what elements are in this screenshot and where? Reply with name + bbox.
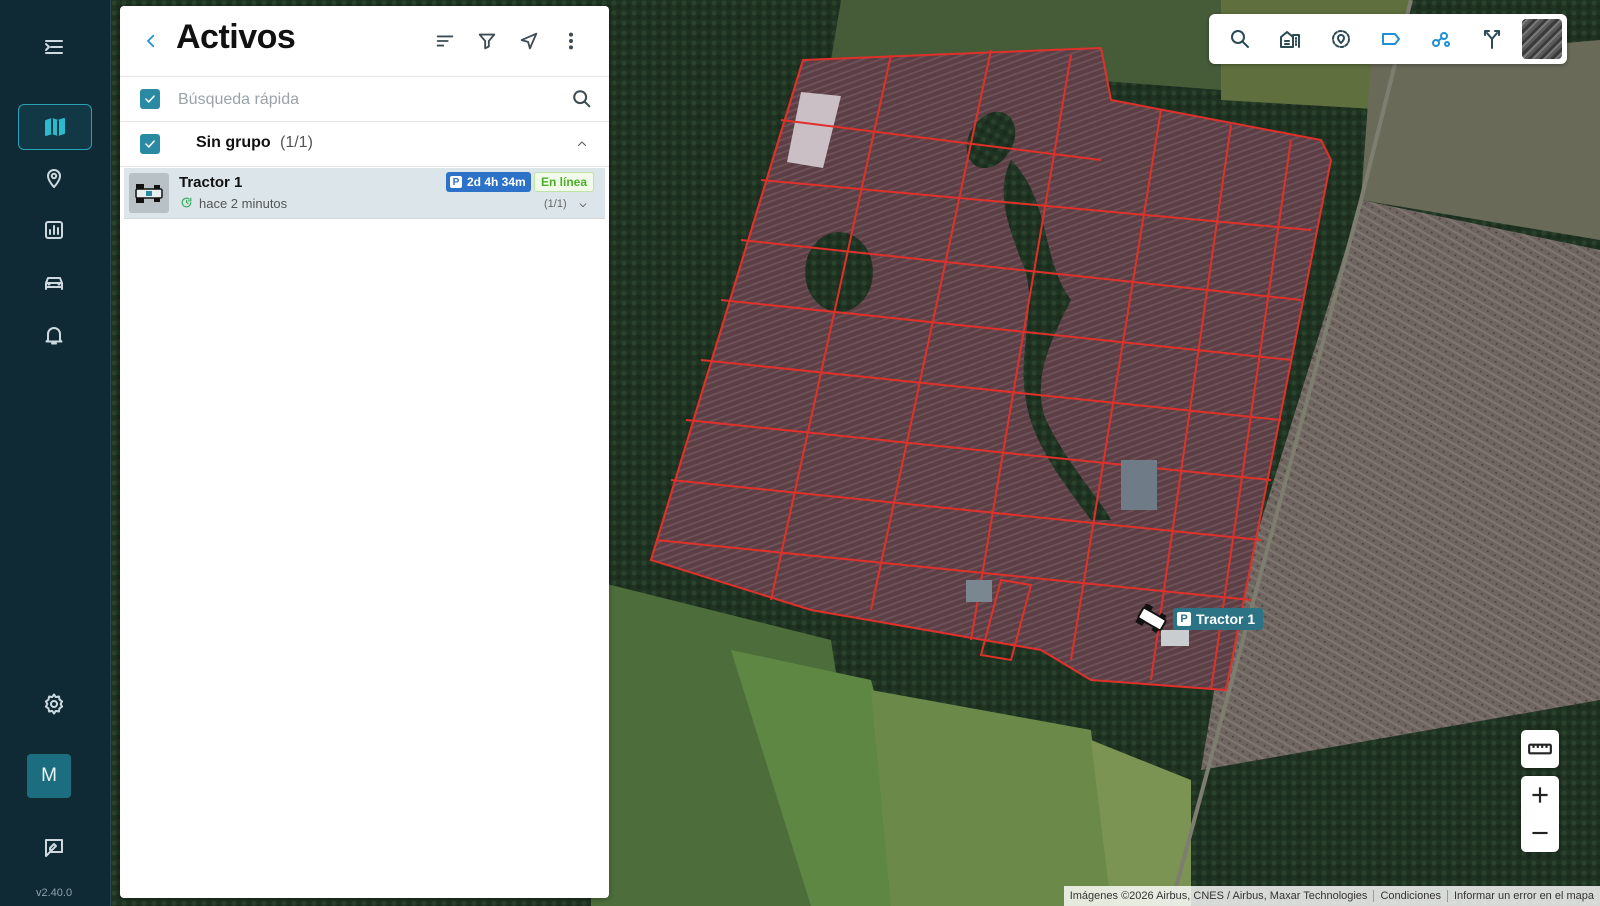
- bar-chart-icon: [45, 221, 63, 239]
- marker-label-text: Tractor 1: [1196, 611, 1256, 627]
- minus-icon: [1532, 831, 1548, 835]
- search-button[interactable]: [568, 85, 596, 113]
- nav-places-button[interactable]: [18, 156, 90, 200]
- zoom-in-button[interactable]: [1521, 776, 1559, 814]
- asset-thumbnail: [129, 173, 169, 213]
- marker-label[interactable]: P Tractor 1: [1173, 608, 1264, 630]
- last-update-time: hace 2 minutos: [199, 196, 288, 211]
- sort-button[interactable]: [428, 24, 462, 58]
- avatar[interactable]: M: [27, 754, 71, 798]
- group-collapse-toggle[interactable]: [572, 134, 592, 154]
- refresh-clock-icon: [180, 196, 194, 210]
- more-options-button[interactable]: [554, 24, 588, 58]
- quick-search-input[interactable]: [176, 85, 550, 115]
- zoom-out-button[interactable]: [1521, 814, 1559, 852]
- group-count: (1/1): [280, 134, 313, 151]
- back-button[interactable]: [136, 24, 166, 58]
- nav-settings-button[interactable]: [18, 682, 90, 726]
- map-buildings-button[interactable]: [1265, 14, 1315, 64]
- map-attribution: Imágenes ©2026 Airbus, CNES / Airbus, Ma…: [1063, 886, 1600, 906]
- map-toolbar: [1209, 14, 1567, 64]
- navigate-icon: [520, 32, 538, 50]
- app-version: v2.40.0: [36, 887, 73, 899]
- parked-duration: 2d 4h 34m: [467, 175, 526, 189]
- tractor-icon: [1135, 604, 1167, 634]
- panel-header: Activos: [120, 6, 609, 77]
- feedback-icon: [45, 839, 63, 857]
- parking-icon: P: [450, 176, 462, 188]
- search-icon: [1231, 30, 1250, 48]
- map-geofence-button[interactable]: [1316, 14, 1366, 64]
- car-icon: [45, 277, 63, 290]
- imagery-credit: Imágenes ©2026 Airbus, CNES / Airbus, Ma…: [1069, 890, 1368, 902]
- geofence-pin-icon: [1331, 30, 1350, 48]
- map-routes-button[interactable]: [1466, 14, 1516, 64]
- nav-reports-button[interactable]: [18, 208, 90, 252]
- collapse-menu-button[interactable]: [18, 25, 90, 69]
- nav-rail: M v2.40.0: [0, 0, 111, 906]
- clusters-icon: [1432, 32, 1451, 47]
- report-error-link[interactable]: Informar un error en el mapa: [1446, 890, 1600, 902]
- asset-expand-toggle[interactable]: [576, 198, 590, 212]
- label-tag-icon: [1381, 33, 1400, 45]
- quick-search-row: [120, 77, 609, 122]
- avatar-initial: M: [41, 765, 57, 786]
- terms-link[interactable]: Condiciones: [1373, 890, 1447, 902]
- plus-icon: [1532, 787, 1548, 803]
- feedback-button[interactable]: [18, 826, 90, 870]
- buildings-icon: [1280, 31, 1301, 48]
- parked-duration-badge: P 2d 4h 34m: [446, 172, 531, 192]
- ruler-icon: [1528, 743, 1552, 755]
- asset-name: Tractor 1: [179, 174, 243, 191]
- page-title: Activos: [176, 18, 296, 56]
- check-icon: [145, 140, 155, 148]
- chevron-left-icon: [147, 34, 155, 48]
- map-search-button[interactable]: [1215, 14, 1265, 64]
- nav-alerts-button[interactable]: [18, 313, 90, 357]
- zoom-control: [1521, 776, 1559, 852]
- map-labels-button[interactable]: [1366, 14, 1416, 64]
- filter-button[interactable]: [470, 24, 504, 58]
- status-badge: En línea: [534, 172, 595, 192]
- map-icon: [45, 118, 65, 136]
- nav-vehicles-button[interactable]: [18, 261, 90, 305]
- search-icon: [573, 90, 591, 108]
- parking-icon: P: [1177, 612, 1191, 626]
- group-checkbox[interactable]: [140, 134, 160, 154]
- asset-list-item[interactable]: Tractor 1 hace 2 minutos P 2d 4h 34m En …: [124, 168, 605, 219]
- tractor-icon: [135, 184, 163, 203]
- route-fork-icon: [1483, 30, 1500, 49]
- group-name: Sin grupo: [196, 134, 271, 151]
- asset-sub-count: (1/1): [544, 198, 567, 210]
- gear-icon: [44, 693, 64, 715]
- map-layer-switcher[interactable]: [1517, 14, 1567, 64]
- measure-tool[interactable]: [1521, 730, 1559, 768]
- menu-collapse-icon: [45, 40, 63, 54]
- location-pin-icon: [47, 169, 61, 188]
- sort-icon: [436, 35, 454, 47]
- map-clusters-button[interactable]: [1416, 14, 1466, 64]
- nav-map-button[interactable]: [18, 104, 92, 150]
- assets-panel: Activos Sin grupo (1/1): [120, 6, 609, 898]
- chevron-up-icon: [578, 141, 586, 146]
- satellite-layer-icon: [1521, 19, 1562, 59]
- select-all-checkbox[interactable]: [140, 89, 160, 109]
- more-vertical-icon: [568, 32, 574, 50]
- bell-icon: [45, 327, 63, 345]
- group-header[interactable]: Sin grupo (1/1): [120, 122, 609, 167]
- navigate-button[interactable]: [512, 24, 546, 58]
- chevron-down-icon: [579, 203, 587, 208]
- check-icon: [145, 95, 155, 103]
- tractor-map-marker[interactable]: P Tractor 1: [1135, 604, 1264, 634]
- filter-icon: [478, 33, 496, 50]
